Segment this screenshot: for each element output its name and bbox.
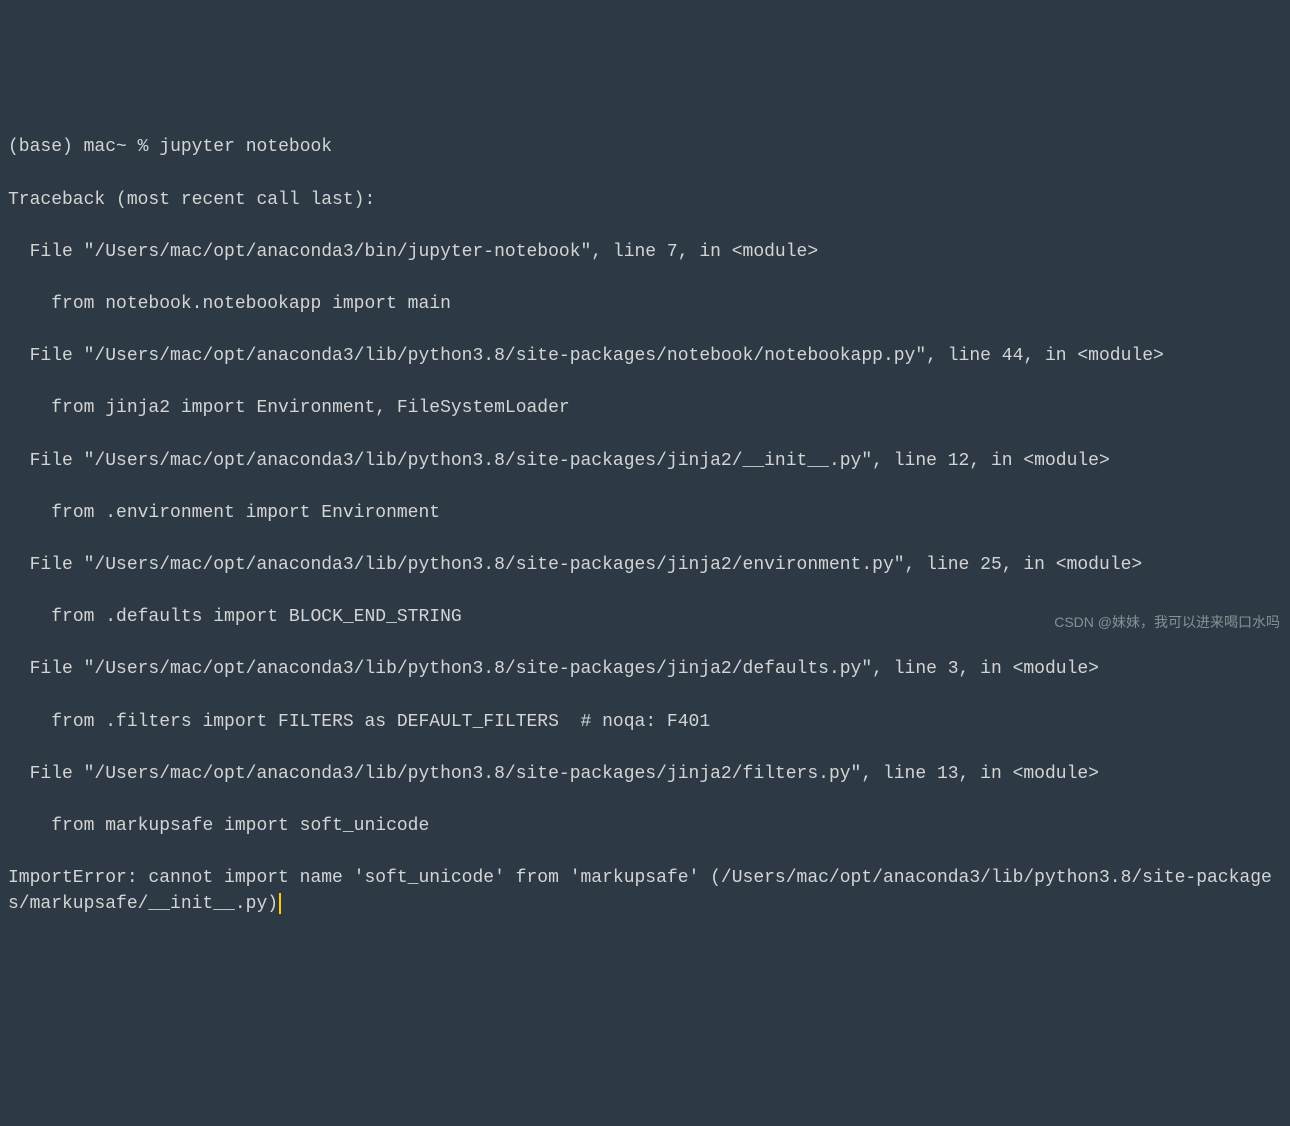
- frame-code: from markupsafe import soft_unicode: [8, 813, 1282, 839]
- watermark-text: CSDN @妹妹，我可以进来喝口水吗: [1054, 612, 1280, 632]
- prompt-symbol: %: [138, 137, 149, 157]
- frame-code: from notebook.notebookapp import main: [8, 291, 1282, 317]
- terminal-output[interactable]: (base) mac~ % jupyter notebook Traceback…: [8, 108, 1282, 943]
- error-text: ImportError: cannot import name 'soft_un…: [8, 868, 1272, 914]
- prompt-line: (base) mac~ % jupyter notebook: [8, 134, 1282, 160]
- frame-location: File "/Users/mac/opt/anaconda3/lib/pytho…: [8, 448, 1282, 474]
- error-line: ImportError: cannot import name 'soft_un…: [8, 865, 1282, 917]
- frame-location: File "/Users/mac/opt/anaconda3/lib/pytho…: [8, 761, 1282, 787]
- frame-location: File "/Users/mac/opt/anaconda3/bin/jupyt…: [8, 239, 1282, 265]
- traceback-header: Traceback (most recent call last):: [8, 187, 1282, 213]
- cursor-icon: [279, 893, 281, 915]
- command-text: jupyter notebook: [159, 137, 332, 157]
- prompt-env: (base): [8, 137, 73, 157]
- frame-code: from .filters import FILTERS as DEFAULT_…: [8, 709, 1282, 735]
- frame-code: from jinja2 import Environment, FileSyst…: [8, 395, 1282, 421]
- frame-location: File "/Users/mac/opt/anaconda3/lib/pytho…: [8, 656, 1282, 682]
- frame-location: File "/Users/mac/opt/anaconda3/lib/pytho…: [8, 343, 1282, 369]
- frame-code: from .environment import Environment: [8, 500, 1282, 526]
- prompt-host: mac~: [84, 137, 127, 157]
- frame-location: File "/Users/mac/opt/anaconda3/lib/pytho…: [8, 552, 1282, 578]
